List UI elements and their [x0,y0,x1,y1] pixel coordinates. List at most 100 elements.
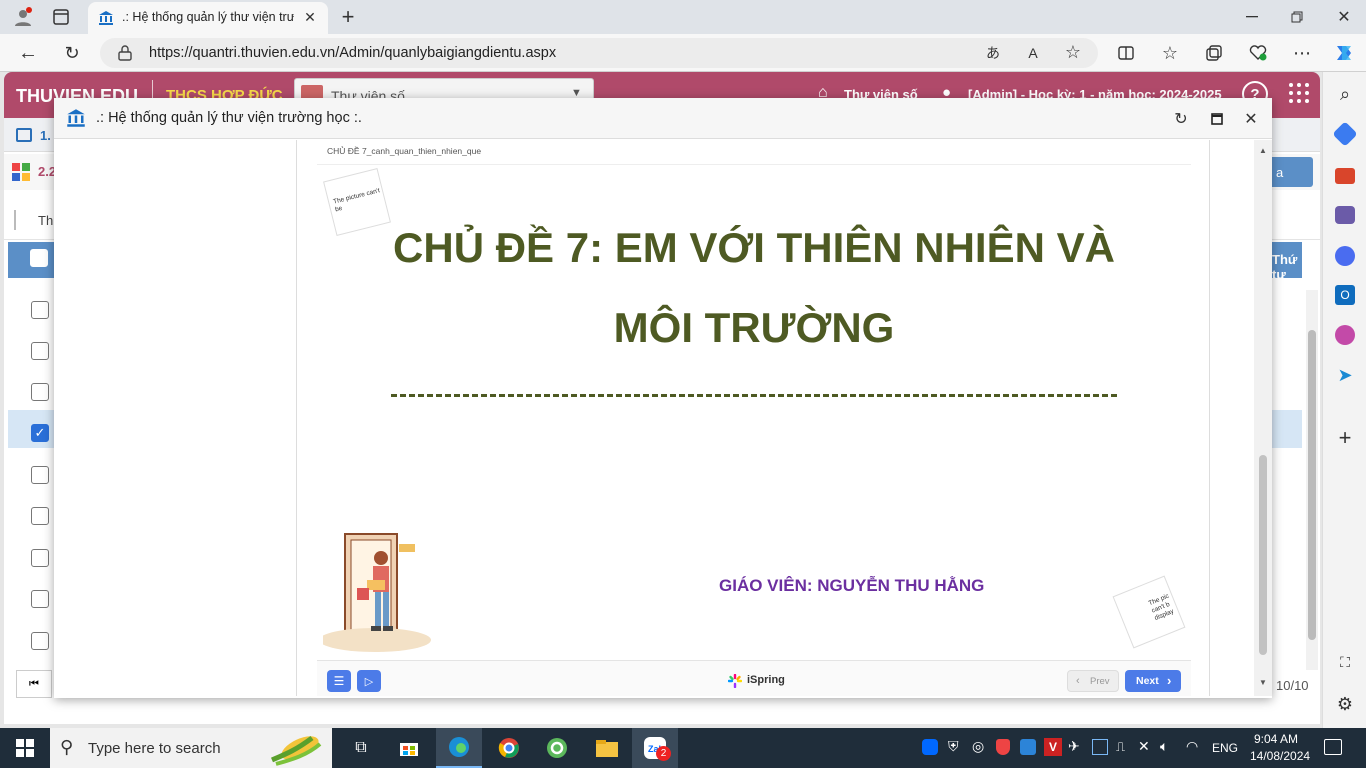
zalo-tray-icon[interactable] [922,739,938,755]
shield-tray-icon[interactable]: ⛨ [948,738,959,755]
screenshot-icon[interactable]: ⛶ [1333,650,1357,674]
clock-time[interactable]: 9:04 AM [1254,732,1298,746]
shopping-icon[interactable] [1332,121,1358,147]
display-tray-icon[interactable] [1092,739,1108,755]
new-tab-button[interactable]: + [336,4,360,29]
page-scroll-thumb[interactable] [1308,330,1316,640]
designer-icon[interactable] [1335,325,1355,345]
play-button[interactable]: ▷ [357,670,381,692]
next-button[interactable]: Next › [1125,670,1181,692]
file-explorer-icon[interactable] [584,728,630,768]
add-sidebar-app-icon[interactable]: + [1333,425,1357,450]
task-view-icon[interactable]: ⧉ [338,728,384,768]
refresh-icon[interactable]: ↻ [60,42,84,64]
profile-icon[interactable] [10,5,36,29]
broken-image-bottom: The pic can't b display [1112,575,1186,649]
chevron-left-icon: ‹ [1076,675,1080,687]
close-window-icon[interactable]: ✕ [1332,6,1356,28]
row1-label: 1. [40,128,51,143]
browser-tab-bar: .: Hệ thống quản lý thư viện trườ ✕ + ✕ [0,0,1366,34]
volume-icon[interactable]: 🔈︎ [1160,738,1168,755]
scroll-down-icon[interactable]: ▼ [1259,678,1267,687]
bluetooth-tray-icon[interactable]: ✈ [1068,738,1080,755]
wifi-icon[interactable]: ◠ [1186,738,1198,755]
url-text[interactable]: https://quantri.thuvien.edu.vn/Admin/qua… [149,45,556,61]
scroll-up-icon[interactable]: ▲ [1259,146,1267,155]
mute-tray-icon[interactable]: ✕ [1138,738,1150,755]
row-checkbox[interactable] [31,507,49,525]
camera-tray-icon[interactable]: ◎ [972,738,984,755]
row-checkbox[interactable] [31,590,49,608]
col-header-order[interactable]: Thứ tự [1272,252,1302,282]
clock-date[interactable]: 14/08/2024 [1250,749,1310,763]
maximize-icon[interactable] [1206,108,1228,130]
modal-scrollbar[interactable]: ▲ ▼ [1254,140,1272,696]
outline-menu-button[interactable]: ☰ [327,670,351,692]
copilot-icon[interactable] [1331,41,1357,65]
teacher-illustration [323,533,431,652]
tab-actions-icon[interactable] [48,5,74,29]
ispring-viewer: CHỦ ĐỀ 7_canh_quan_thien_nhien_que The p… [296,140,1210,696]
taskbar-search[interactable]: ⚲ Type here to search [50,728,332,768]
read-aloud-icon[interactable]: A [1022,43,1044,63]
pager-info: 10/10 [1276,678,1309,693]
edge-taskbar-icon[interactable] [436,728,482,768]
edge-sidebar: ⌕ O ➤ + ⛶ ⚙ [1322,72,1366,728]
games-icon[interactable] [1335,206,1355,224]
close-tab-icon[interactable]: ✕ [302,9,318,25]
corn-icon [271,735,322,766]
prev-button[interactable]: ‹ Prev [1067,670,1119,692]
telegram-icon[interactable]: ➤ [1333,364,1357,386]
lock-icon[interactable] [118,45,132,65]
chevron-right-icon: › [1167,673,1172,688]
modal-scroll-thumb[interactable] [1259,455,1267,655]
row-checkbox-checked[interactable]: ✓ [31,424,49,442]
pager-first-button[interactable]: ⏮ [16,670,52,698]
zalo-icon[interactable]: Zalo 2 [632,728,678,768]
row-checkbox[interactable] [31,383,49,401]
settings-gear-icon[interactable]: ⚙ [1333,692,1357,716]
notification-center-icon[interactable] [1324,739,1342,755]
minimize-icon[interactable] [1240,6,1264,28]
reload-icon[interactable]: ↻ [1170,108,1192,130]
browser-essentials-icon[interactable] [1246,42,1270,64]
greenshot-icon[interactable] [534,728,580,768]
split-screen-icon[interactable] [1114,42,1138,64]
back-icon[interactable]: ← [16,42,40,64]
favorites-icon[interactable]: ☆ [1158,42,1182,64]
row-checkbox[interactable] [31,549,49,567]
store-icon[interactable] [386,728,432,768]
chrome-icon[interactable] [486,728,532,768]
select-all-checkbox[interactable] [30,249,48,267]
restore-icon[interactable] [1285,6,1309,28]
url-box[interactable]: https://quantri.thuvien.edu.vn/Admin/qua… [100,38,1098,68]
search-icon[interactable]: ⌕ [1333,82,1357,106]
row-checkbox[interactable] [31,342,49,360]
title-underline [391,394,1117,397]
translate-icon[interactable]: あ [982,43,1004,63]
vietkey-tray-icon[interactable]: V [1044,738,1062,756]
language-indicator[interactable]: ENG [1212,741,1238,755]
collections-icon[interactable] [1202,42,1226,64]
library-icon [66,108,86,132]
ispring-brand: iSpring [747,674,785,686]
tools-icon[interactable] [1335,168,1355,184]
close-modal-icon[interactable]: ✕ [1240,108,1262,130]
filter-divider [14,210,16,230]
row-checkbox[interactable] [31,632,49,650]
windows-start-icon[interactable] [2,728,48,768]
row-checkbox[interactable] [31,466,49,484]
apps-grid-icon[interactable] [1288,82,1310,109]
slide-file-name: CHỦ ĐỀ 7_canh_quan_thien_nhien_que [327,146,482,156]
network-drive-tray-icon[interactable] [1020,739,1036,755]
power-tray-icon[interactable]: ⎍ [1116,739,1125,755]
antivirus-tray-icon[interactable] [996,739,1010,755]
outlook-icon[interactable]: O [1335,285,1355,305]
favorite-star-icon[interactable]: ☆ [1062,42,1084,62]
microsoft-365-icon[interactable] [1335,246,1355,266]
slide-title-line2: MÔI TRƯỜNG [613,304,895,351]
active-tab[interactable]: .: Hệ thống quản lý thư viện trườ ✕ [88,2,328,34]
more-menu-icon[interactable]: ⋯ [1290,42,1314,64]
row-checkbox[interactable] [31,301,49,319]
page-scrollbar[interactable] [1306,290,1318,670]
